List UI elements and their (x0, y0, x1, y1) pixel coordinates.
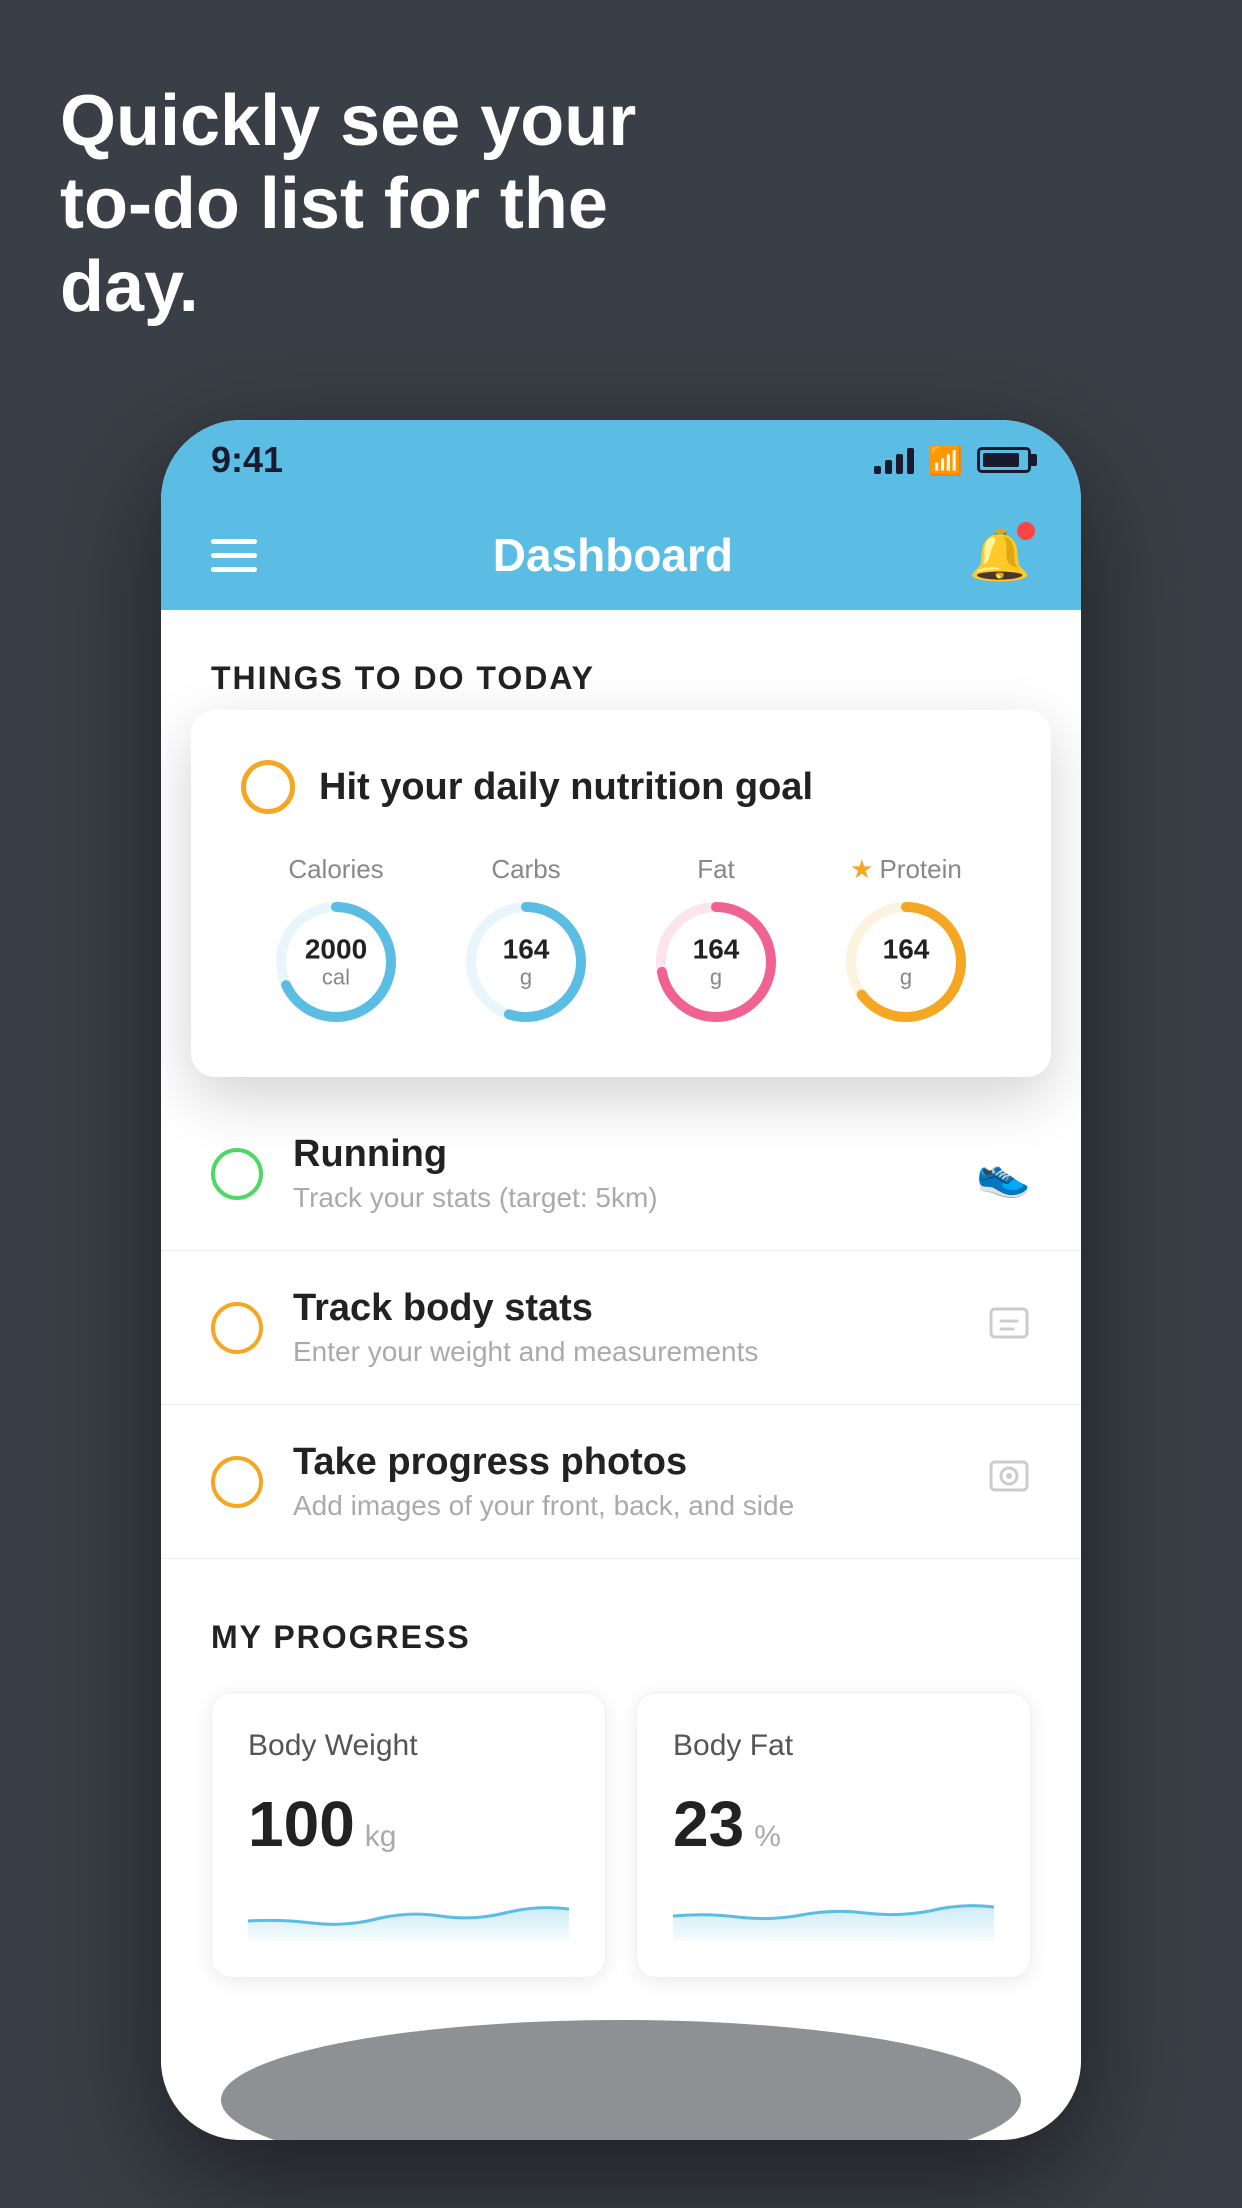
running-subtitle: Track your stats (target: 5km) (293, 1182, 946, 1214)
progress-section-header: MY PROGRESS (211, 1619, 1031, 1656)
todo-item-progress-photos[interactable]: Take progress photos Add images of your … (161, 1405, 1081, 1559)
carbs-ring: Carbs 164 g (461, 854, 591, 1027)
body-stats-title: Track body stats (293, 1287, 957, 1330)
progress-section: MY PROGRESS Body Weight 100 kg (161, 1559, 1081, 2018)
progress-photos-title: Take progress photos (293, 1441, 957, 1484)
calories-ring-wrapper: 2000 cal (271, 897, 401, 1027)
running-title: Running (293, 1133, 946, 1176)
body-weight-value: 100 (248, 1787, 355, 1861)
calories-ring: Calories 2000 cal (271, 854, 401, 1027)
body-fat-title: Body Fat (673, 1729, 994, 1763)
body-stats-text: Track body stats Enter your weight and m… (293, 1287, 957, 1368)
photo-icon (987, 1454, 1031, 1509)
body-stats-subtitle: Enter your weight and measurements (293, 1336, 957, 1368)
progress-photos-radio[interactable] (211, 1456, 263, 1508)
star-icon: ★ (850, 854, 873, 885)
nutrition-goal-card[interactable]: Hit your daily nutrition goal Calories (191, 710, 1051, 1077)
protein-ring-wrapper: 164 g (841, 897, 971, 1027)
nutrition-goal-title: Hit your daily nutrition goal (319, 766, 813, 809)
notification-bell-icon[interactable]: 🔔 (969, 526, 1031, 585)
running-radio[interactable] (211, 1148, 263, 1200)
todo-item-body-stats[interactable]: Track body stats Enter your weight and m… (161, 1251, 1081, 1405)
nav-title: Dashboard (493, 528, 733, 582)
status-icons: 📶 (874, 444, 1031, 477)
progress-cards: Body Weight 100 kg (211, 1692, 1031, 1978)
fat-value: 164 g (693, 935, 740, 990)
body-fat-unit: % (754, 1820, 781, 1854)
wifi-icon: 📶 (928, 444, 963, 477)
body-fat-card[interactable]: Body Fat 23 % (636, 1692, 1031, 1978)
section-header-today: THINGS TO DO TODAY (161, 610, 1081, 717)
scale-icon (987, 1301, 1031, 1355)
protein-value: 164 g (883, 935, 930, 990)
carbs-value: 164 g (503, 935, 550, 990)
fat-ring: Fat 164 g (651, 854, 781, 1027)
running-icon: 👟 (976, 1148, 1031, 1200)
nutrition-radio[interactable] (241, 760, 295, 814)
carbs-label: Carbs (491, 854, 560, 885)
body-weight-value-row: 100 kg (248, 1787, 569, 1861)
status-bar: 9:41 📶 (161, 420, 1081, 500)
todo-list: Running Track your stats (target: 5km) 👟… (161, 1097, 1081, 1559)
hero-title: Quickly see your to-do list for the day. (60, 80, 680, 328)
fat-ring-wrapper: 164 g (651, 897, 781, 1027)
body-weight-title: Body Weight (248, 1729, 569, 1763)
running-text: Running Track your stats (target: 5km) (293, 1133, 946, 1214)
body-stats-radio[interactable] (211, 1302, 263, 1354)
battery-icon (977, 447, 1031, 473)
phone-container: 9:41 📶 Dashboard (161, 420, 1081, 2140)
hamburger-menu[interactable] (211, 539, 257, 572)
calories-value: 2000 cal (305, 935, 367, 990)
body-weight-unit: kg (365, 1820, 397, 1854)
nutrition-rings: Calories 2000 cal (241, 854, 1001, 1027)
card-title-row: Hit your daily nutrition goal (241, 760, 1001, 814)
protein-label: Protein (879, 854, 961, 885)
nav-bar: Dashboard 🔔 (161, 500, 1081, 610)
card-shadow (221, 2020, 1021, 2140)
notification-dot (1017, 522, 1035, 540)
body-fat-chart (673, 1881, 994, 1941)
carbs-ring-wrapper: 164 g (461, 897, 591, 1027)
body-weight-card[interactable]: Body Weight 100 kg (211, 1692, 606, 1978)
fat-label: Fat (697, 854, 735, 885)
progress-photos-subtitle: Add images of your front, back, and side (293, 1490, 957, 1522)
status-time: 9:41 (211, 439, 283, 481)
signal-icon (874, 446, 914, 474)
body-weight-chart (248, 1881, 569, 1941)
calories-label: Calories (288, 854, 383, 885)
protein-ring: ★ Protein 164 g (841, 854, 971, 1027)
body-fat-value-row: 23 % (673, 1787, 994, 1861)
progress-photos-text: Take progress photos Add images of your … (293, 1441, 957, 1522)
body-fat-value: 23 (673, 1787, 744, 1861)
todo-item-running[interactable]: Running Track your stats (target: 5km) 👟 (161, 1097, 1081, 1251)
phone-frame: 9:41 📶 Dashboard (161, 420, 1081, 2140)
content-area: THINGS TO DO TODAY Hit your daily nutrit… (161, 610, 1081, 2140)
protein-label-row: ★ Protein (850, 854, 962, 885)
